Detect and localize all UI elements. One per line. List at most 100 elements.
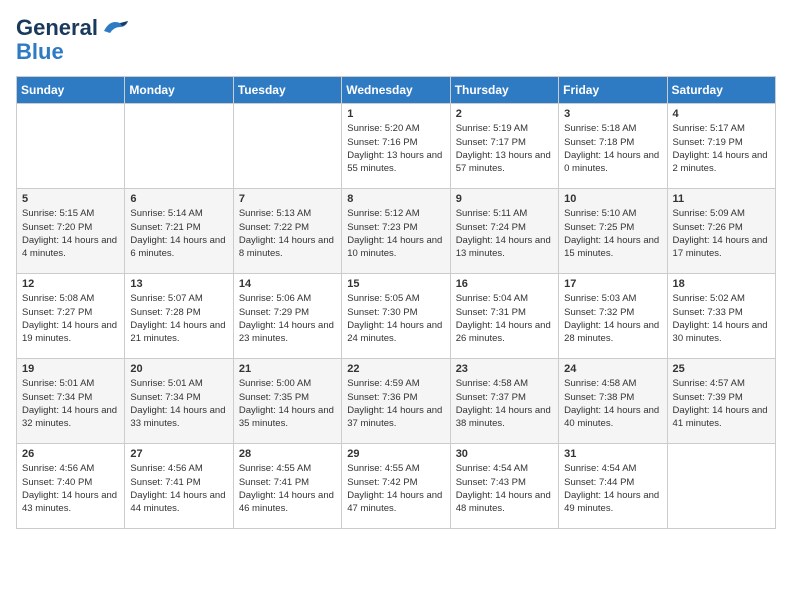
cell-sunset: Sunset: 7:32 PM — [564, 306, 661, 319]
calendar-cell: 3 Sunrise: 5:18 AM Sunset: 7:18 PM Dayli… — [559, 104, 667, 189]
calendar-cell: 4 Sunrise: 5:17 AM Sunset: 7:19 PM Dayli… — [667, 104, 775, 189]
calendar-cell: 29 Sunrise: 4:55 AM Sunset: 7:42 PM Dayl… — [342, 444, 450, 529]
calendar-table: SundayMondayTuesdayWednesdayThursdayFrid… — [16, 76, 776, 529]
day-number: 7 — [239, 193, 336, 205]
cell-daylight: Daylight: 14 hours and 44 minutes. — [130, 489, 227, 516]
calendar-cell: 31 Sunrise: 4:54 AM Sunset: 7:44 PM Dayl… — [559, 444, 667, 529]
day-number: 11 — [673, 193, 770, 205]
cell-sunset: Sunset: 7:22 PM — [239, 221, 336, 234]
cell-daylight: Daylight: 14 hours and 24 minutes. — [347, 319, 444, 346]
cell-sunrise: Sunrise: 4:57 AM — [673, 377, 770, 390]
cell-daylight: Daylight: 14 hours and 10 minutes. — [347, 234, 444, 261]
calendar-cell: 25 Sunrise: 4:57 AM Sunset: 7:39 PM Dayl… — [667, 359, 775, 444]
cell-sunset: Sunset: 7:17 PM — [456, 136, 553, 149]
calendar-cell: 22 Sunrise: 4:59 AM Sunset: 7:36 PM Dayl… — [342, 359, 450, 444]
cell-sunrise: Sunrise: 5:15 AM — [22, 207, 119, 220]
cell-sunrise: Sunrise: 5:04 AM — [456, 292, 553, 305]
cell-sunset: Sunset: 7:19 PM — [673, 136, 770, 149]
calendar-cell: 18 Sunrise: 5:02 AM Sunset: 7:33 PM Dayl… — [667, 274, 775, 359]
logo-blue: Blue — [16, 40, 64, 64]
cell-sunrise: Sunrise: 5:18 AM — [564, 122, 661, 135]
cell-sunrise: Sunrise: 4:55 AM — [347, 462, 444, 475]
cell-daylight: Daylight: 14 hours and 28 minutes. — [564, 319, 661, 346]
day-number: 6 — [130, 193, 227, 205]
cell-daylight: Daylight: 14 hours and 0 minutes. — [564, 149, 661, 176]
day-number: 18 — [673, 278, 770, 290]
cell-sunset: Sunset: 7:33 PM — [673, 306, 770, 319]
calendar-cell: 9 Sunrise: 5:11 AM Sunset: 7:24 PM Dayli… — [450, 189, 558, 274]
day-number: 26 — [22, 448, 119, 460]
cell-daylight: Daylight: 13 hours and 55 minutes. — [347, 149, 444, 176]
cell-sunrise: Sunrise: 5:08 AM — [22, 292, 119, 305]
day-number: 4 — [673, 108, 770, 120]
cell-daylight: Daylight: 14 hours and 35 minutes. — [239, 404, 336, 431]
cell-sunrise: Sunrise: 5:06 AM — [239, 292, 336, 305]
calendar-cell: 8 Sunrise: 5:12 AM Sunset: 7:23 PM Dayli… — [342, 189, 450, 274]
calendar-cell — [17, 104, 125, 189]
col-header-thursday: Thursday — [450, 77, 558, 104]
cell-sunset: Sunset: 7:44 PM — [564, 476, 661, 489]
day-number: 20 — [130, 363, 227, 375]
day-number: 31 — [564, 448, 661, 460]
calendar-cell: 5 Sunrise: 5:15 AM Sunset: 7:20 PM Dayli… — [17, 189, 125, 274]
cell-sunset: Sunset: 7:26 PM — [673, 221, 770, 234]
calendar-cell: 26 Sunrise: 4:56 AM Sunset: 7:40 PM Dayl… — [17, 444, 125, 529]
cell-sunrise: Sunrise: 4:54 AM — [456, 462, 553, 475]
day-number: 5 — [22, 193, 119, 205]
day-number: 2 — [456, 108, 553, 120]
week-row-2: 5 Sunrise: 5:15 AM Sunset: 7:20 PM Dayli… — [17, 189, 776, 274]
col-header-saturday: Saturday — [667, 77, 775, 104]
cell-sunset: Sunset: 7:41 PM — [239, 476, 336, 489]
calendar-cell: 28 Sunrise: 4:55 AM Sunset: 7:41 PM Dayl… — [233, 444, 341, 529]
day-number: 25 — [673, 363, 770, 375]
week-row-5: 26 Sunrise: 4:56 AM Sunset: 7:40 PM Dayl… — [17, 444, 776, 529]
cell-sunset: Sunset: 7:35 PM — [239, 391, 336, 404]
cell-sunset: Sunset: 7:31 PM — [456, 306, 553, 319]
calendar-cell — [125, 104, 233, 189]
cell-sunrise: Sunrise: 5:11 AM — [456, 207, 553, 220]
cell-sunrise: Sunrise: 5:14 AM — [130, 207, 227, 220]
cell-sunset: Sunset: 7:30 PM — [347, 306, 444, 319]
col-header-sunday: Sunday — [17, 77, 125, 104]
cell-sunset: Sunset: 7:21 PM — [130, 221, 227, 234]
day-number: 15 — [347, 278, 444, 290]
calendar-cell: 10 Sunrise: 5:10 AM Sunset: 7:25 PM Dayl… — [559, 189, 667, 274]
cell-sunset: Sunset: 7:37 PM — [456, 391, 553, 404]
day-number: 23 — [456, 363, 553, 375]
cell-sunrise: Sunrise: 5:03 AM — [564, 292, 661, 305]
col-header-friday: Friday — [559, 77, 667, 104]
cell-daylight: Daylight: 14 hours and 23 minutes. — [239, 319, 336, 346]
cell-sunrise: Sunrise: 5:07 AM — [130, 292, 227, 305]
calendar-cell: 2 Sunrise: 5:19 AM Sunset: 7:17 PM Dayli… — [450, 104, 558, 189]
cell-daylight: Daylight: 14 hours and 6 minutes. — [130, 234, 227, 261]
cell-daylight: Daylight: 14 hours and 49 minutes. — [564, 489, 661, 516]
calendar-cell: 7 Sunrise: 5:13 AM Sunset: 7:22 PM Dayli… — [233, 189, 341, 274]
cell-sunset: Sunset: 7:18 PM — [564, 136, 661, 149]
calendar-cell: 13 Sunrise: 5:07 AM Sunset: 7:28 PM Dayl… — [125, 274, 233, 359]
day-number: 22 — [347, 363, 444, 375]
col-header-monday: Monday — [125, 77, 233, 104]
calendar-cell: 17 Sunrise: 5:03 AM Sunset: 7:32 PM Dayl… — [559, 274, 667, 359]
cell-sunrise: Sunrise: 5:17 AM — [673, 122, 770, 135]
cell-sunset: Sunset: 7:34 PM — [130, 391, 227, 404]
cell-daylight: Daylight: 14 hours and 26 minutes. — [456, 319, 553, 346]
calendar-cell: 30 Sunrise: 4:54 AM Sunset: 7:43 PM Dayl… — [450, 444, 558, 529]
cell-sunrise: Sunrise: 4:59 AM — [347, 377, 444, 390]
cell-daylight: Daylight: 14 hours and 30 minutes. — [673, 319, 770, 346]
cell-sunrise: Sunrise: 5:01 AM — [22, 377, 119, 390]
day-number: 9 — [456, 193, 553, 205]
cell-sunrise: Sunrise: 5:19 AM — [456, 122, 553, 135]
day-number: 17 — [564, 278, 661, 290]
cell-sunrise: Sunrise: 4:55 AM — [239, 462, 336, 475]
cell-sunset: Sunset: 7:25 PM — [564, 221, 661, 234]
calendar-cell: 6 Sunrise: 5:14 AM Sunset: 7:21 PM Dayli… — [125, 189, 233, 274]
cell-sunrise: Sunrise: 4:56 AM — [22, 462, 119, 475]
cell-sunset: Sunset: 7:24 PM — [456, 221, 553, 234]
calendar-cell: 24 Sunrise: 4:58 AM Sunset: 7:38 PM Dayl… — [559, 359, 667, 444]
cell-sunrise: Sunrise: 5:12 AM — [347, 207, 444, 220]
day-number: 21 — [239, 363, 336, 375]
calendar-cell: 23 Sunrise: 4:58 AM Sunset: 7:37 PM Dayl… — [450, 359, 558, 444]
calendar-cell: 15 Sunrise: 5:05 AM Sunset: 7:30 PM Dayl… — [342, 274, 450, 359]
cell-sunset: Sunset: 7:28 PM — [130, 306, 227, 319]
cell-sunrise: Sunrise: 5:01 AM — [130, 377, 227, 390]
